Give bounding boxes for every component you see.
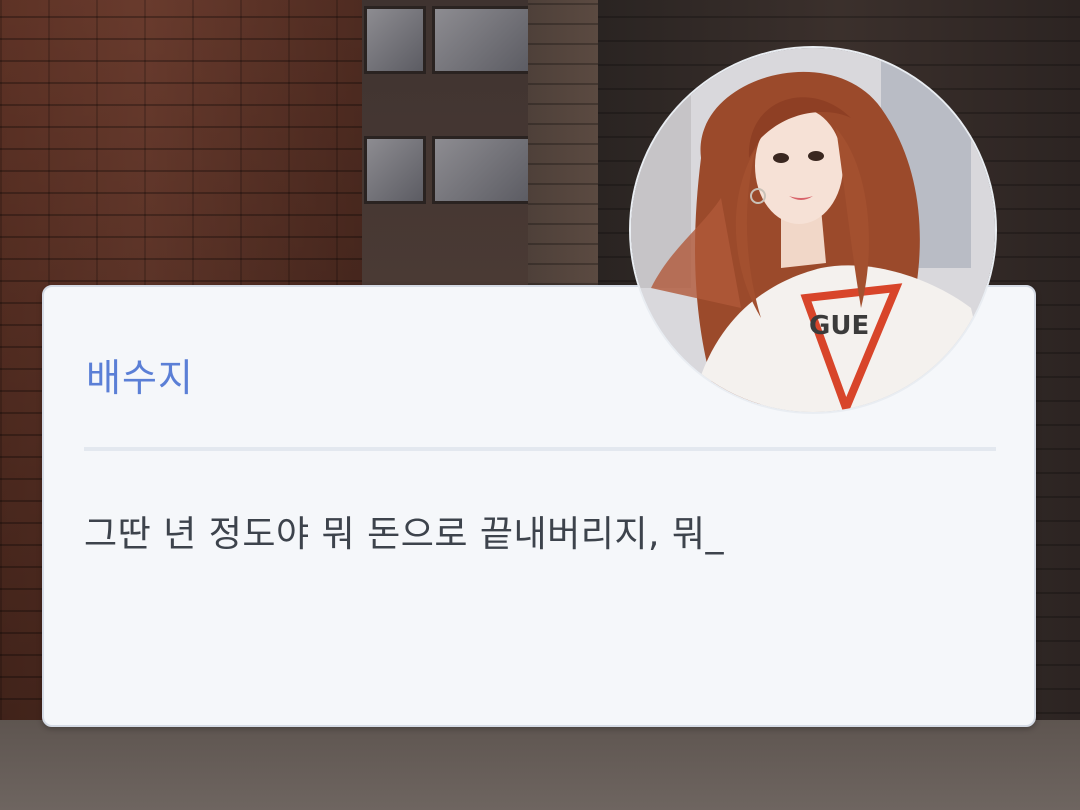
- dialogue-text: 그딴 년 정도야 뭐 돈으로 끝내버리지, 뭐_: [84, 514, 725, 555]
- background-window: [364, 136, 426, 204]
- character-portrait-icon: GUE: [631, 48, 995, 412]
- background-window: [432, 6, 532, 74]
- speaker-name: 배수지: [86, 356, 194, 400]
- background-brick-pillar: [528, 0, 598, 285]
- background-window: [432, 136, 532, 204]
- scene: 배수지 그딴 년 정도야 뭐 돈으로 끝내버리지, 뭐_ GUE: [0, 0, 1080, 810]
- character-avatar: GUE: [631, 48, 995, 412]
- background-alley-ground: [0, 720, 1080, 810]
- background-window: [364, 6, 426, 74]
- divider: [84, 447, 996, 451]
- shirt-logo-text: GUE: [809, 311, 869, 341]
